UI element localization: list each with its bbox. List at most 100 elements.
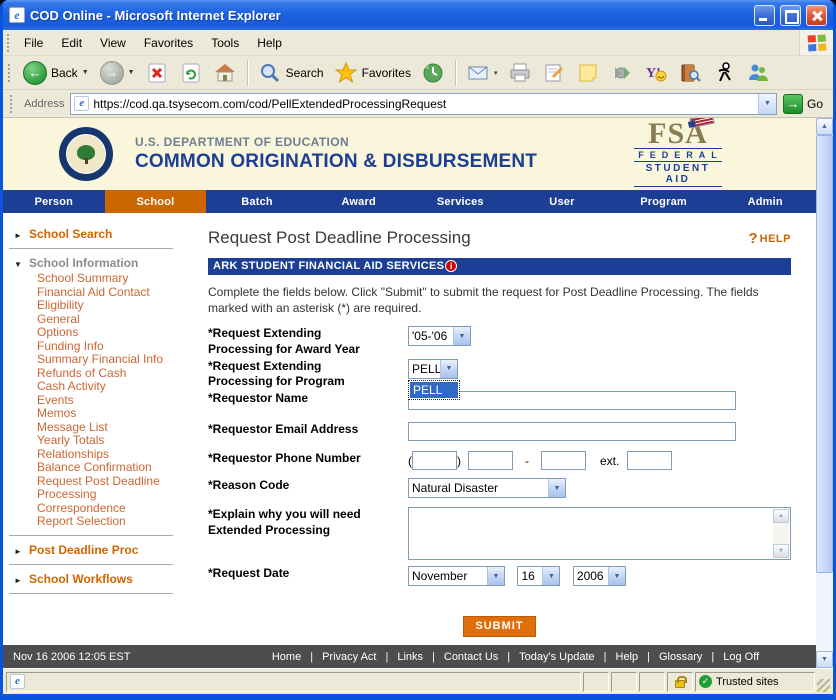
back-icon: ← xyxy=(23,60,47,85)
phone-prefix-input[interactable] xyxy=(468,451,513,471)
nav-school[interactable]: School xyxy=(104,190,207,213)
mail-button[interactable]: ▾ xyxy=(463,59,502,86)
sidebar-section-school-information[interactable]: ▼ School Information xyxy=(3,255,199,271)
page-scrollbar[interactable]: ▲ ▼ xyxy=(816,118,833,668)
sidebar-item-options[interactable]: Options xyxy=(37,325,199,340)
print-button[interactable] xyxy=(504,59,535,86)
sidebar-item-cash-activity[interactable]: Cash Activity xyxy=(37,379,199,394)
search-button[interactable]: Search xyxy=(255,59,328,86)
research-button[interactable] xyxy=(674,59,705,86)
request-date-month-select[interactable]: November ▼ xyxy=(408,566,505,587)
requestor-email-input[interactable] xyxy=(408,422,736,442)
scroll-track[interactable] xyxy=(816,573,833,651)
nav-award[interactable]: Award xyxy=(308,190,410,213)
request-date-year-select[interactable]: 2006 ▼ xyxy=(572,566,626,587)
sidebar-item-memos[interactable]: Memos xyxy=(37,406,199,421)
resize-grip[interactable] xyxy=(817,679,830,692)
sidebar-item-yearly-totals[interactable]: Yearly Totals xyxy=(37,433,199,448)
menu-tools[interactable]: Tools xyxy=(202,32,248,54)
back-dropdown-icon[interactable]: ▼ xyxy=(82,69,89,76)
footer-link-glossary[interactable]: Glossary xyxy=(659,651,702,663)
scroll-down-button[interactable]: ▼ xyxy=(816,651,833,668)
menu-view[interactable]: View xyxy=(91,32,135,54)
scroll-thumb[interactable] xyxy=(816,135,833,573)
nav-batch[interactable]: Batch xyxy=(206,190,308,213)
mail-dropdown-icon[interactable]: ▾ xyxy=(494,69,498,77)
footer-link-home[interactable]: Home xyxy=(272,651,301,663)
nav-admin[interactable]: Admin xyxy=(714,190,816,213)
help-link[interactable]: ? HELP xyxy=(748,230,791,247)
sidebar-item-summary-financial-info[interactable]: Summary Financial Info xyxy=(37,352,199,367)
back-button[interactable]: ← Back ▼ xyxy=(19,59,93,87)
phone-area-input[interactable] xyxy=(412,451,457,471)
scroll-up-button[interactable]: ▲ xyxy=(816,118,833,135)
msn-messenger-button[interactable] xyxy=(742,59,773,86)
submit-button[interactable]: SUBMIT xyxy=(463,616,536,638)
browser-window: e COD Online - Microsoft Internet Explor… xyxy=(0,0,836,700)
footer-link-privacy-act[interactable]: Privacy Act xyxy=(322,651,376,663)
address-dropdown-button[interactable]: ▼ xyxy=(757,93,776,114)
sidebar-item-events[interactable]: Events xyxy=(37,393,199,408)
forward-button[interactable]: → ▼ xyxy=(96,59,139,87)
footer-link-help[interactable]: Help xyxy=(616,651,639,663)
nav-person[interactable]: Person xyxy=(3,190,105,213)
maximize-button[interactable] xyxy=(780,4,801,26)
menu-file[interactable]: File xyxy=(15,32,52,54)
sidebar-item-correspondence[interactable]: Correspondence xyxy=(37,501,199,516)
phone-line-input[interactable] xyxy=(541,451,586,471)
reason-code-select[interactable]: Natural Disaster ▼ xyxy=(408,478,566,499)
menu-edit[interactable]: Edit xyxy=(52,32,91,54)
stop-icon xyxy=(146,61,169,84)
go-button[interactable]: → Go xyxy=(782,93,827,114)
refresh-button[interactable] xyxy=(176,59,207,86)
sidebar-item-refunds-of-cash[interactable]: Refunds of Cash xyxy=(37,366,199,381)
close-button[interactable] xyxy=(806,4,827,26)
sidebar-item-relationships[interactable]: Relationships xyxy=(37,447,199,462)
yellow-note-icon xyxy=(576,61,599,84)
info-icon[interactable]: i xyxy=(445,260,458,272)
sidebar-section-school-search[interactable]: ► School Search xyxy=(3,226,199,242)
yahoo-messenger-button[interactable]: Y! xyxy=(640,59,671,86)
footer-link-links[interactable]: Links xyxy=(397,651,423,663)
scroll-down-icon[interactable]: ▼ xyxy=(773,544,789,559)
nav-program[interactable]: Program xyxy=(613,190,715,213)
messenger-note-button[interactable] xyxy=(572,59,603,86)
sidebar-item-general[interactable]: General xyxy=(37,312,199,327)
address-input[interactable] xyxy=(93,96,758,111)
footer-link-log-off[interactable]: Log Off xyxy=(723,651,759,663)
menu-favorites[interactable]: Favorites xyxy=(135,32,202,54)
status-lock-panel[interactable] xyxy=(667,671,693,692)
sidebar-item-eligibility[interactable]: Eligibility xyxy=(37,298,199,313)
media-button[interactable] xyxy=(606,59,637,86)
sidebar-item-message-list[interactable]: Message List xyxy=(37,420,199,435)
stop-button[interactable] xyxy=(142,59,173,86)
program-select[interactable]: PELL ▼ xyxy=(408,358,458,379)
scroll-up-icon[interactable]: ▲ xyxy=(773,509,789,524)
home-button[interactable] xyxy=(210,59,241,86)
explain-textarea[interactable]: ▲ ▼ xyxy=(408,507,791,561)
favorites-button[interactable]: Favorites xyxy=(331,59,415,86)
sidebar-section-school-workflows[interactable]: ► School Workflows xyxy=(3,571,199,587)
sidebar-item-report-selection[interactable]: Report Selection xyxy=(37,514,199,529)
award-year-select[interactable]: '05-'06 ▼ xyxy=(408,326,471,347)
request-date-day-select[interactable]: 16 ▼ xyxy=(517,566,561,587)
footer-link-todays-update[interactable]: Today's Update xyxy=(519,651,594,663)
security-zone-panel[interactable]: ✓ Trusted sites xyxy=(695,671,815,692)
sidebar-section-post-deadline-proc[interactable]: ► Post Deadline Proc xyxy=(3,542,199,558)
aim-button[interactable] xyxy=(708,59,739,86)
sidebar-item-request-post-deadline-processing[interactable]: Request Post Deadline Processing xyxy=(37,474,199,502)
sidebar-item-financial-aid-contact[interactable]: Financial Aid Contact xyxy=(37,285,199,300)
nav-user[interactable]: User xyxy=(511,190,613,213)
nav-services[interactable]: Services xyxy=(410,190,512,213)
history-button[interactable] xyxy=(418,59,449,86)
footer-link-contact-us[interactable]: Contact Us xyxy=(444,651,498,663)
program-option-pell[interactable]: PELL xyxy=(410,381,458,398)
menu-help[interactable]: Help xyxy=(248,32,291,54)
sidebar-item-funding-info[interactable]: Funding Info xyxy=(37,339,199,354)
forward-icon: → xyxy=(99,60,124,85)
edit-button[interactable] xyxy=(538,59,569,86)
phone-ext-input[interactable] xyxy=(627,451,673,471)
sidebar-item-school-summary[interactable]: School Summary xyxy=(37,271,199,286)
minimize-button[interactable] xyxy=(754,4,775,26)
sidebar-item-balance-confirmation[interactable]: Balance Confirmation xyxy=(37,460,199,475)
